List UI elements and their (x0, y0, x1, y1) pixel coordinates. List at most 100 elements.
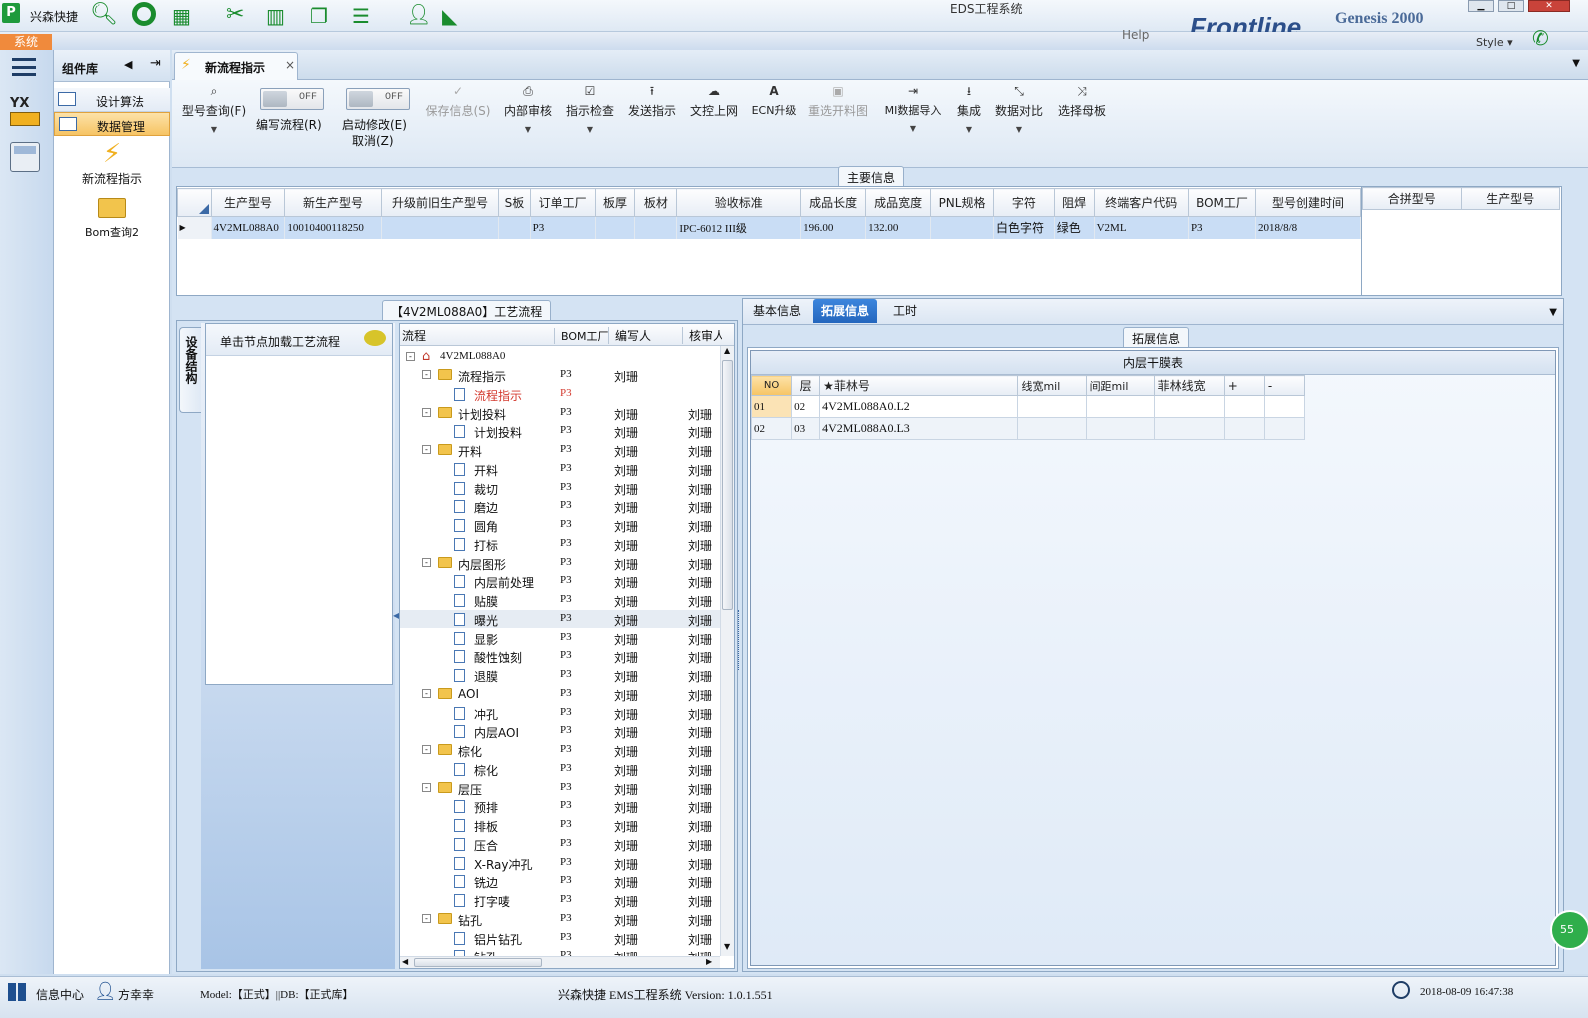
table-cell[interactable]: V2ML (1094, 216, 1189, 239)
film-icon[interactable]: ▥ (266, 4, 285, 28)
col-header[interactable]: 成品宽度 (865, 188, 932, 217)
col-header[interactable]: 验收标准 (676, 188, 802, 217)
enable-edit-toggle[interactable]: OFF 启动修改(E) 取消(Z) (340, 88, 414, 152)
tree-row[interactable]: - 计划投料 P3 刘珊 刘珊 (400, 404, 720, 422)
table-cell[interactable]: 绿色 (1054, 216, 1095, 239)
col-header[interactable]: 字符 (992, 188, 1055, 217)
tree-row[interactable]: 裁切 P3 刘珊 刘珊 (400, 479, 720, 497)
collapse-toggle-icon[interactable]: - (406, 352, 415, 361)
data-compare-button[interactable]: ⤡ 数据对比 ▼ (994, 84, 1044, 134)
close-button[interactable]: ✕ (1528, 0, 1570, 12)
scroll-thumb[interactable] (414, 958, 542, 967)
library-item-design-algorithm[interactable]: 设计算法 (54, 88, 170, 112)
table-cell[interactable] (1153, 417, 1225, 440)
menu-help[interactable]: Help (1122, 28, 1149, 42)
model-query-button[interactable]: ⌕ 型号查询(F) ▼ (180, 84, 248, 134)
table-cell[interactable] (595, 216, 636, 239)
table-cell[interactable]: 10010400118250 (284, 216, 382, 239)
col-header[interactable]: 层 (791, 375, 821, 396)
tab-extended-info[interactable]: 拓展信息 (813, 299, 878, 323)
tab-equipment-structure[interactable]: 设备结构 (179, 327, 201, 413)
col-header[interactable]: 升级前旧生产型号 (380, 188, 500, 217)
launcher-bom-query[interactable]: Bom查询2 (54, 192, 170, 242)
table-cell[interactable]: 02 (750, 417, 793, 440)
doc-control-upload-button[interactable]: ☁ 文控上网 (688, 84, 740, 119)
table-cell[interactable] (1017, 395, 1087, 418)
table-cell[interactable]: 4V2ML088A0.L2 (819, 395, 1019, 418)
col-header-bom[interactable]: BOM工厂 (554, 328, 609, 344)
list-icon[interactable]: ☰ (352, 4, 370, 28)
scroll-down-icon[interactable]: ▼ (724, 942, 730, 951)
tree-row[interactable]: 压合 P3 刘珊 刘珊 (400, 835, 720, 853)
maximize-button[interactable]: □ (1498, 0, 1524, 12)
table-cell[interactable]: 132.00 (865, 216, 932, 239)
col-header[interactable]: BOM工厂 (1187, 188, 1257, 217)
collapse-toggle-icon[interactable]: - (422, 913, 431, 923)
style-menu[interactable]: Style ▾ (1476, 36, 1513, 49)
table-cell[interactable] (1085, 417, 1155, 440)
table-cell[interactable] (1263, 395, 1306, 418)
collapse-toggle-icon[interactable]: - (422, 445, 431, 454)
search-icon[interactable]: 🔍︎ (90, 2, 118, 27)
table-cell[interactable] (1263, 417, 1306, 440)
integration-button[interactable]: ⭳ 集成 ▼ (954, 84, 984, 134)
menu-system[interactable]: 系统 (0, 34, 52, 50)
collapse-toggle-icon[interactable]: - (422, 407, 431, 417)
table-cell[interactable] (930, 216, 994, 239)
tree-row[interactable]: 显影 P3 刘珊 刘珊 (400, 629, 720, 647)
tree-row[interactable]: - 开料 P3 刘珊 刘珊 (400, 441, 720, 459)
table-cell[interactable] (381, 216, 500, 239)
tree-row[interactable]: 打标 P3 刘珊 刘珊 (400, 535, 720, 553)
table-cell[interactable] (634, 216, 678, 239)
tree-row[interactable]: 酸性蚀刻 P3 刘珊 刘珊 (400, 647, 720, 665)
col-header[interactable]: 成品长度 (800, 188, 867, 217)
col-header[interactable]: ★菲林号 (819, 375, 1019, 396)
internal-review-button[interactable]: ⎙ 内部审核 ▼ (502, 84, 554, 134)
col-header[interactable]: 间距mil (1085, 375, 1155, 396)
tree-row[interactable]: - 钻孔 P3 刘珊 刘珊 (400, 910, 720, 928)
minimize-button[interactable]: ▁ (1468, 0, 1494, 12)
scroll-left-icon[interactable]: ◀ (402, 957, 408, 966)
tree-row[interactable]: 流程指示 P3 (400, 385, 720, 403)
tab-dropdown-icon[interactable]: ▼ (1549, 307, 1557, 318)
scroll-thumb[interactable] (722, 360, 733, 610)
collapse-toggle-icon[interactable]: - (422, 745, 431, 754)
table-cell[interactable]: P3 (530, 216, 596, 239)
col-header[interactable]: 生产型号 (210, 188, 286, 217)
tree-row[interactable]: X-Ray冲孔 P3 刘珊 刘珊 (400, 854, 720, 872)
table-cell[interactable] (1085, 395, 1155, 418)
toggle-switch[interactable]: OFF (346, 88, 410, 110)
col-header[interactable]: PNL规格 (930, 188, 994, 217)
info-center-label[interactable]: 信息中心 (36, 986, 84, 1003)
user-icon[interactable]: 👤︎ (406, 2, 431, 26)
tab-work-hours[interactable]: 工时 (885, 299, 925, 323)
table-cell[interactable]: 01 (750, 395, 793, 418)
tree-vertical-scrollbar[interactable]: ▲ ▼ (720, 346, 734, 956)
tab-new-process[interactable]: ⚡︎ 新流程指示 × (174, 52, 298, 80)
write-process-toggle[interactable]: OFF 编写流程(R) (254, 88, 328, 136)
save-info-button[interactable]: ✓ 保存信息(S) (422, 84, 494, 119)
floating-badge[interactable]: 55 (1550, 910, 1588, 950)
send-instruction-button[interactable]: ⭱ 发送指示 (626, 84, 678, 119)
tree-row[interactable]: 铣边 P3 刘珊 刘珊 (400, 872, 720, 890)
tree-row[interactable]: - 层压 P3 刘珊 刘珊 (400, 779, 720, 797)
instruction-check-button[interactable]: ☑ 指示检查 ▼ (564, 84, 616, 134)
table-cell[interactable] (1153, 395, 1225, 418)
scissors-icon[interactable]: ✂ (226, 2, 244, 27)
col-header[interactable]: 板厚 (594, 188, 636, 217)
tree-row[interactable]: - 流程指示 P3 刘珊 (400, 366, 720, 384)
table-cell[interactable]: 4V2ML088A0 (211, 216, 286, 239)
tree-row[interactable]: 打字唛 P3 刘珊 刘珊 (400, 891, 720, 909)
col-header[interactable]: S板 (498, 188, 531, 217)
tree-row[interactable]: 内层前处理 P3 刘珊 刘珊 (400, 572, 720, 590)
lifebuoy-icon[interactable] (132, 2, 156, 26)
col-header[interactable]: 菲林线宽 (1153, 375, 1225, 396)
tree-row[interactable]: 冲孔 P3 刘珊 刘珊 (400, 704, 720, 722)
table-cell[interactable]: 4V2ML088A0.L3 (819, 417, 1019, 440)
table-cell[interactable]: 196.00 (800, 216, 867, 239)
windows-grid-icon[interactable] (8, 983, 26, 1001)
col-header[interactable]: 新生产型号 (284, 188, 382, 217)
chart-area-icon[interactable]: ◣ (442, 4, 457, 28)
tree-row[interactable]: 曝光 P3 刘珊 刘珊 (400, 609, 720, 628)
grid-icon[interactable]: ▦ (172, 4, 191, 28)
